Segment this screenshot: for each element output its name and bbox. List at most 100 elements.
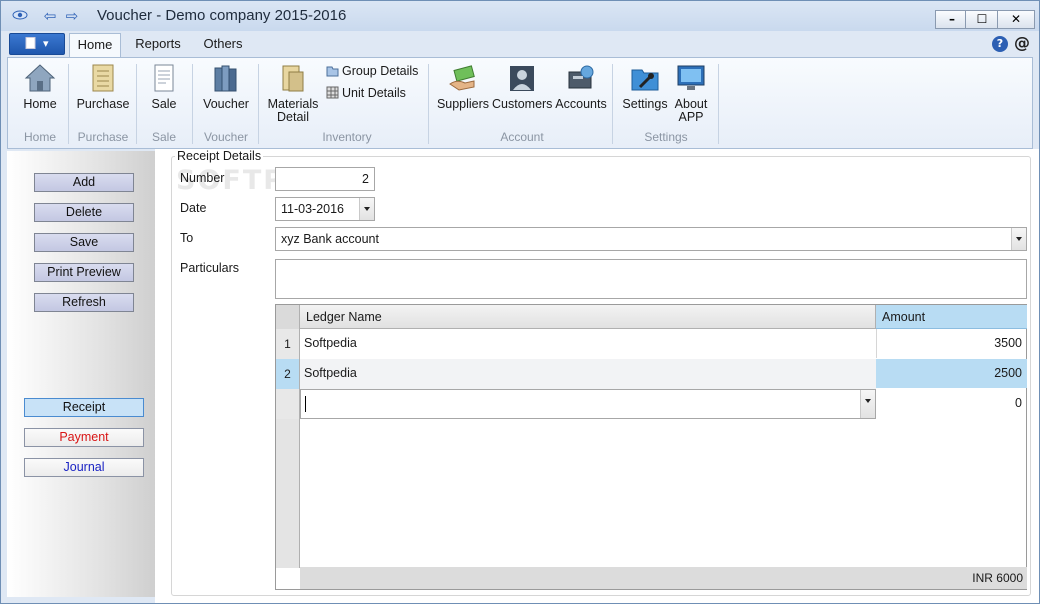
materials-label-line2: Detail (277, 110, 309, 124)
invoice-icon (148, 62, 180, 94)
forward-arrow-icon[interactable]: ⇨ (63, 7, 81, 25)
house-icon (24, 62, 56, 94)
customers-label: Customers (492, 97, 553, 111)
suppliers-button[interactable]: Suppliers (436, 62, 490, 111)
purchase-group-label: Purchase (77, 130, 129, 144)
tab-reports[interactable]: Reports (129, 33, 187, 57)
delete-button[interactable]: Delete (34, 203, 134, 222)
maximize-button[interactable]: ☐ (965, 10, 999, 29)
home-button[interactable]: Home (20, 62, 60, 111)
ribbon-separator (136, 64, 137, 144)
window-title: Voucher - Demo company 2015-2016 (97, 7, 347, 24)
app-menu-button[interactable]: ▾ (9, 33, 65, 55)
number-label: Number (180, 171, 225, 185)
ribbon-separator (68, 64, 69, 144)
about-app-button[interactable]: About APP (670, 62, 712, 124)
tab-others[interactable]: Others (195, 33, 251, 57)
grid-total-footer: INR 6000 (300, 567, 1027, 589)
settings-label: Settings (622, 97, 668, 111)
add-button[interactable]: Add (34, 173, 134, 192)
to-account-select[interactable]: xyz Bank account (275, 227, 1027, 251)
row-header[interactable]: 2 (276, 359, 300, 389)
voucher-button[interactable]: Voucher (200, 62, 252, 111)
tools-folder-icon (629, 62, 661, 94)
ribbon-tab-row: ▾ Home Reports Others ? @ (1, 31, 1039, 57)
particulars-label: Particulars (180, 261, 240, 275)
sale-label: Sale (151, 97, 177, 111)
ribbon: Home Home Purchase Purchase Sale Sale Vo… (7, 57, 1033, 149)
amount-cell[interactable]: 2500 (876, 359, 1027, 388)
materials-detail-button[interactable]: Materials Detail (266, 62, 320, 124)
receipt-voucher-button[interactable]: Receipt (24, 398, 144, 417)
sale-group-label: Sale (151, 130, 177, 144)
purchase-label: Purchase (76, 97, 130, 111)
settings-group-label: Settings (644, 130, 688, 144)
suppliers-label: Suppliers (436, 97, 490, 111)
group-details-button[interactable]: Group Details (326, 64, 418, 78)
journal-voucher-button[interactable]: Journal (24, 458, 144, 477)
amount-cell[interactable]: 0 (876, 389, 1027, 418)
document-icon (25, 37, 36, 49)
minimize-button[interactable]: – (935, 10, 969, 29)
date-label: Date (180, 201, 207, 215)
money-hand-icon (447, 62, 479, 94)
refresh-button[interactable]: Refresh (34, 293, 134, 312)
ribbon-separator (428, 64, 429, 144)
materials-icon (277, 62, 309, 94)
receipt-details-legend: Receipt Details (175, 149, 264, 163)
about-label-line2: APP (678, 110, 704, 124)
app-eye-icon[interactable] (11, 7, 29, 25)
materials-label-line1: Materials (267, 97, 319, 111)
date-picker[interactable]: 11-03-2016 (275, 197, 375, 221)
ledger-cell[interactable]: Softpedia (304, 329, 874, 358)
folder-icon (326, 64, 339, 77)
grid-icon (326, 86, 339, 99)
close-button[interactable]: ✕ (997, 10, 1035, 29)
row-header[interactable] (276, 389, 300, 419)
books-icon (210, 62, 242, 94)
help-icon[interactable]: ? (992, 36, 1008, 52)
to-label: To (180, 231, 194, 245)
number-input[interactable]: 2 (275, 167, 375, 191)
home-group-label: Home (23, 130, 56, 144)
amount-cell[interactable]: 3500 (876, 329, 1027, 358)
chevron-down-icon: ▾ (42, 37, 49, 50)
inventory-group-label: Inventory (322, 130, 372, 144)
ledger-cell[interactable]: Softpedia (304, 359, 874, 388)
customer-icon (506, 62, 538, 94)
payment-voucher-button[interactable]: Payment (24, 428, 144, 447)
monitor-icon (675, 62, 707, 94)
notebook-icon (87, 62, 119, 94)
title-bar: ⇦ ⇨ Voucher - Demo company 2015-2016 – ☐… (1, 1, 1039, 31)
accounts-button[interactable]: Accounts (554, 62, 608, 111)
save-button[interactable]: Save (34, 233, 134, 252)
unit-details-button[interactable]: Unit Details (326, 86, 406, 100)
to-account-value: xyz Bank account (281, 232, 379, 246)
unit-details-label: Unit Details (342, 86, 406, 100)
chevron-down-icon[interactable] (860, 390, 875, 418)
purchase-button[interactable]: Purchase (74, 62, 132, 111)
at-icon[interactable]: @ (1014, 33, 1030, 52)
sale-button[interactable]: Sale (144, 62, 184, 111)
text-cursor (305, 396, 306, 412)
ribbon-separator (612, 64, 613, 144)
ledger-name-column-header[interactable]: Ledger Name (300, 305, 876, 329)
ribbon-separator (192, 64, 193, 144)
voucher-label: Voucher (203, 97, 249, 111)
row-header-filler (276, 419, 300, 568)
particulars-input[interactable] (275, 259, 1027, 299)
chevron-down-icon[interactable] (1011, 228, 1026, 250)
print-preview-button[interactable]: Print Preview (34, 263, 134, 282)
chevron-down-icon[interactable] (359, 198, 374, 220)
amount-column-header[interactable]: Amount (876, 305, 1027, 329)
date-value: 11-03-2016 (281, 202, 345, 216)
ledger-select-editor[interactable] (300, 389, 876, 419)
back-arrow-icon[interactable]: ⇦ (41, 7, 59, 25)
about-label-line1: About (674, 97, 708, 111)
tab-home[interactable]: Home (69, 33, 121, 57)
grid-corner (276, 305, 300, 329)
settings-button[interactable]: Settings (620, 62, 670, 111)
row-header[interactable]: 1 (276, 329, 300, 359)
customers-button[interactable]: Customers (492, 62, 552, 111)
accounts-label: Accounts (555, 97, 607, 111)
